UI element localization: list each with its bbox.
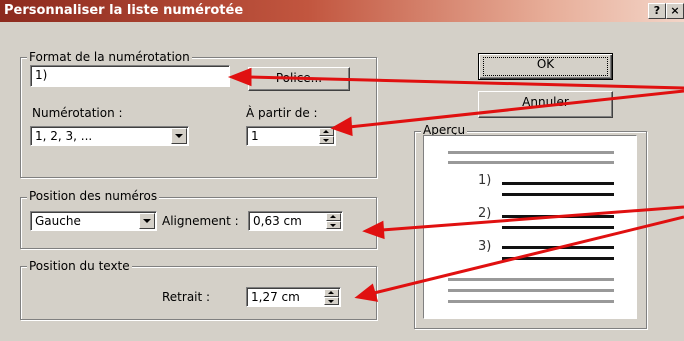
partir-spinner[interactable]: 1 — [246, 126, 336, 146]
spin-up-icon[interactable] — [326, 213, 341, 221]
retrait-value: 1,27 cm — [251, 290, 300, 304]
chevron-down-icon[interactable] — [171, 128, 187, 144]
numbering-format-label: Format de la numérotation — [27, 50, 192, 64]
title-bar: Personnaliser la liste numérotée ? × — [0, 0, 684, 22]
number-position-label: Position des numéros — [27, 189, 160, 203]
partir-spin-buttons[interactable] — [319, 128, 334, 144]
number-align-select[interactable]: Gauche — [30, 211, 157, 231]
annuler-button[interactable]: Annuler — [478, 91, 613, 118]
ok-button[interactable]: OK — [478, 53, 613, 80]
police-button[interactable]: Police... — [248, 67, 350, 91]
spin-up-icon[interactable] — [324, 289, 339, 297]
close-button[interactable]: × — [666, 3, 684, 19]
partir-value: 1 — [251, 129, 259, 143]
preview-number-2: 2) — [478, 206, 492, 221]
help-button[interactable]: ? — [648, 3, 666, 19]
alignement-value: 0,63 cm — [253, 214, 302, 228]
preview-number-1: 1) — [478, 173, 492, 188]
spin-down-icon[interactable] — [319, 136, 334, 144]
numerotation-select[interactable]: 1, 2, 3, ... — [30, 126, 189, 146]
spin-down-icon[interactable] — [326, 221, 341, 229]
close-icon: × — [670, 4, 680, 17]
chevron-down-icon[interactable] — [139, 213, 155, 229]
partir-label: À partir de : — [246, 106, 318, 120]
text-position-label: Position du texte — [27, 259, 132, 273]
numbering-format-value: 1) — [35, 68, 48, 82]
preview-number-3: 3) — [478, 239, 492, 254]
alignement-label: Alignement : — [162, 214, 239, 228]
numerotation-value: 1, 2, 3, ... — [35, 129, 93, 143]
retrait-label: Retrait : — [162, 290, 211, 304]
retrait-spin-buttons[interactable] — [324, 289, 339, 305]
preview-pane: 1) 2) 3) — [423, 135, 637, 319]
numerotation-label: Numérotation : — [32, 106, 123, 120]
alignement-spin-buttons[interactable] — [326, 213, 341, 229]
dialog-title: Personnaliser la liste numérotée — [4, 3, 244, 18]
retrait-spinner[interactable]: 1,27 cm — [246, 287, 341, 307]
alignement-spinner[interactable]: 0,63 cm — [248, 211, 343, 231]
spin-up-icon[interactable] — [319, 128, 334, 136]
numbering-format-input[interactable]: 1) — [30, 65, 230, 87]
spin-down-icon[interactable] — [324, 297, 339, 305]
customize-numbered-list-dialog: Personnaliser la liste numérotée ? × For… — [0, 0, 684, 341]
help-icon: ? — [653, 4, 661, 17]
number-align-value: Gauche — [35, 214, 81, 228]
